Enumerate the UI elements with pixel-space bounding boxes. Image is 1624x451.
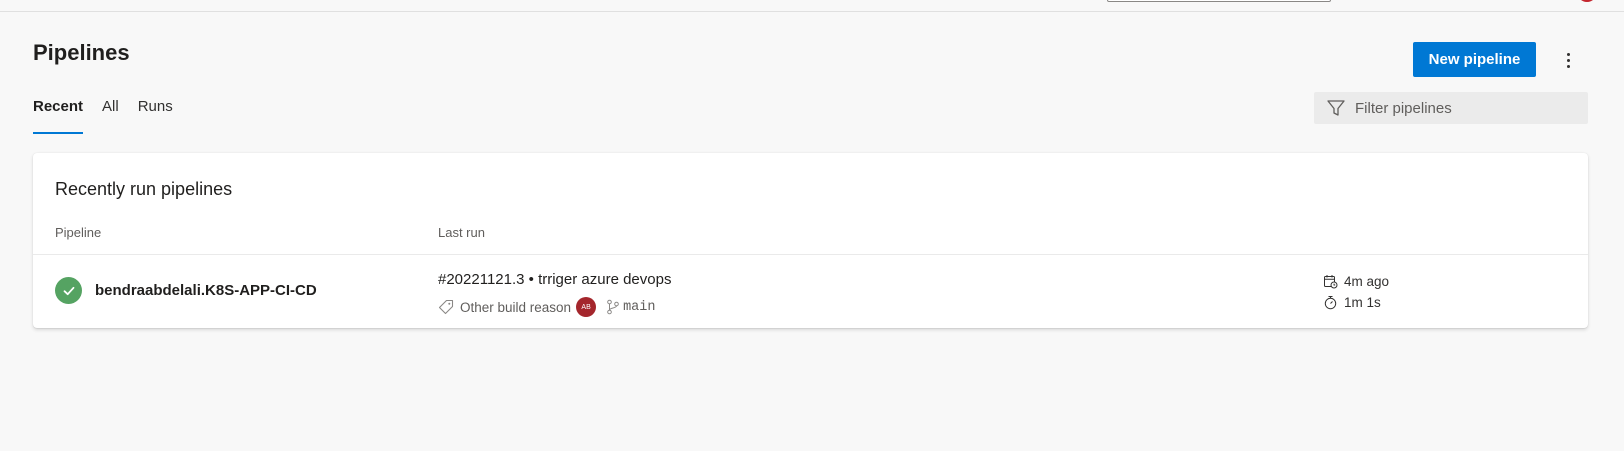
tab-runs[interactable]: Runs	[138, 98, 173, 134]
tab-all[interactable]: All	[102, 98, 119, 134]
success-status-icon	[55, 277, 82, 304]
global-search-box[interactable]	[1107, 0, 1331, 2]
filter-box[interactable]	[1314, 92, 1588, 124]
build-reason: Other build reason	[460, 299, 572, 315]
tab-bar: Recent All Runs	[33, 98, 192, 134]
calendar-clock-icon	[1324, 275, 1338, 289]
pipeline-name-link[interactable]: bendraabdelali.K8S-APP-CI-CD	[95, 282, 317, 299]
started-ago: 4m ago	[1344, 274, 1390, 289]
new-pipeline-button[interactable]: New pipeline	[1413, 42, 1536, 77]
table-row[interactable]: bendraabdelali.K8S-APP-CI-CD #20221121.3…	[33, 255, 1588, 328]
column-header-pipeline: Pipeline	[55, 225, 102, 240]
run-timing: 4m ago 1m 1s	[1323, 271, 1389, 313]
user-avatar[interactable]	[1577, 0, 1597, 2]
top-bar	[0, 0, 1624, 12]
column-header-last-run: Last run	[438, 225, 485, 240]
filter-input[interactable]	[1355, 99, 1575, 117]
avatar: AB	[576, 297, 597, 317]
run-duration: 1m 1s	[1344, 295, 1381, 310]
run-meta: Other build reason AB main	[438, 297, 655, 317]
card-title: Recently run pipelines	[55, 179, 233, 199]
more-vertical-icon[interactable]	[1556, 46, 1580, 74]
recent-pipelines-card: Recently run pipelines Pipeline Last run…	[33, 153, 1588, 328]
branch-icon	[607, 299, 619, 315]
tag-icon	[438, 299, 454, 315]
run-title-link[interactable]: #20221121.3 • trriger azure devops	[438, 271, 671, 288]
page-title: Pipelines	[33, 40, 130, 65]
tab-recent[interactable]: Recent	[33, 98, 84, 134]
branch-name[interactable]: main	[623, 300, 655, 315]
stopwatch-icon	[1324, 296, 1337, 310]
filter-icon	[1327, 100, 1345, 116]
